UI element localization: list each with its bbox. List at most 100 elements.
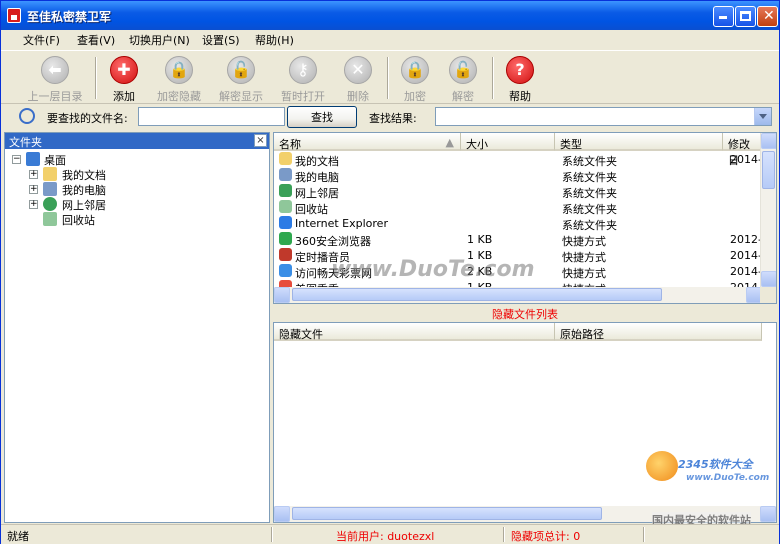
up-folder-button[interactable]: ⬅ 上一层目录: [20, 56, 90, 103]
scroll-left-icon[interactable]: [274, 287, 290, 303]
file-date: 2014-: [730, 265, 762, 278]
toolbar: ⬅ 上一层目录 ✚ 添加 🔒 加密隐藏 🔓 解密显示 ⚷ 暂时打开 ✕ 删除 🔒…: [1, 50, 779, 104]
file-icon: [279, 232, 292, 245]
column-size[interactable]: 大小: [461, 133, 555, 151]
column-modified[interactable]: 修改日: [723, 133, 762, 167]
mascot-logo: [646, 451, 678, 481]
collapse-icon[interactable]: −: [12, 155, 21, 164]
folder-pane-header: 文件夹 ×: [5, 133, 269, 149]
menu-settings[interactable]: 设置(S): [202, 32, 240, 48]
menu-switch-user[interactable]: 切换用户(N): [129, 32, 190, 48]
search-result-label: 查找结果:: [369, 112, 417, 125]
watermark-brand-url: www.DuoTe.com: [686, 473, 770, 483]
encrypt-hide-button[interactable]: 🔒 加密隐藏: [144, 56, 214, 103]
file-date: 2012-: [730, 233, 762, 246]
file-date: 2014-: [730, 249, 762, 262]
file-name: Internet Explorer: [295, 217, 388, 230]
arrow-left-icon: ⬅: [41, 56, 69, 84]
scroll-thumb[interactable]: [292, 507, 602, 520]
maximize-button[interactable]: [735, 6, 756, 27]
menu-view[interactable]: 查看(V): [77, 32, 115, 48]
plus-icon: ✚: [110, 56, 138, 84]
expand-icon[interactable]: +: [29, 200, 38, 209]
help-button[interactable]: ? 帮助: [485, 56, 555, 103]
tree-item-network[interactable]: 网上邻居: [62, 197, 106, 213]
column-original-path[interactable]: 原始路径: [555, 323, 762, 341]
tree-item-my-documents[interactable]: 我的文档: [62, 167, 106, 183]
horizontal-scrollbar[interactable]: [274, 287, 762, 303]
status-hidden-total: 隐藏项总计: 0: [511, 530, 581, 543]
chevron-down-icon[interactable]: [754, 108, 771, 125]
hidden-list-title: 隐藏文件列表: [273, 304, 777, 321]
question-icon: ?: [506, 56, 534, 84]
watermark-center: www.DuoTe.com: [331, 257, 535, 282]
file-icon: [279, 168, 292, 181]
file-icon: [279, 152, 292, 165]
status-divider: [643, 527, 645, 542]
menu-file[interactable]: 文件(F): [23, 32, 60, 48]
file-icon: [279, 248, 292, 261]
table-row[interactable]: Internet Explorer 系统文件夹: [274, 215, 762, 232]
search-result-dropdown[interactable]: [435, 107, 772, 126]
status-current-user: 当前用户: duotezxl: [336, 530, 435, 543]
x-icon: ✕: [344, 56, 372, 84]
tree-item-my-computer[interactable]: 我的电脑: [62, 182, 106, 198]
key-icon: ⚷: [289, 56, 317, 84]
expand-icon[interactable]: +: [29, 170, 38, 179]
find-button[interactable]: 查找: [287, 106, 357, 128]
table-row[interactable]: 回收站 系统文件夹: [274, 199, 762, 216]
table-row[interactable]: 我的文档 系统文件夹 2014-: [274, 151, 762, 168]
folder-pane: 文件夹 × − 桌面 + 我的文档 + 我的电脑 + 网上邻居 回收站: [4, 132, 270, 523]
table-row[interactable]: 360安全浏览器 1 KB 快捷方式 2012-: [274, 231, 762, 248]
scroll-down-icon[interactable]: [761, 271, 776, 287]
file-icon: [279, 216, 292, 229]
my-documents-icon: [43, 167, 57, 181]
decrypt-show-button[interactable]: 🔓 解密显示: [206, 56, 276, 103]
column-name[interactable]: 名称 ▲: [274, 133, 461, 151]
file-icon: [279, 184, 292, 197]
search-input[interactable]: [138, 107, 285, 126]
column-type[interactable]: 类型: [555, 133, 723, 151]
file-icon: [279, 200, 292, 213]
lock-icon: [7, 8, 21, 23]
table-row[interactable]: 网上邻居 系统文件夹: [274, 183, 762, 200]
status-divider: [503, 527, 505, 542]
lock-icon: 🔒: [401, 56, 429, 84]
app-window: 至佳私密禁卫军 ✕ 文件(F) 查看(V) 切换用户(N) 设置(S) 帮助(H…: [0, 0, 780, 544]
scroll-thumb[interactable]: [292, 288, 662, 301]
search-file-label: 要查找的文件名:: [47, 112, 128, 125]
table-row[interactable]: 我的电脑 系统文件夹: [274, 167, 762, 184]
expand-icon[interactable]: +: [29, 185, 38, 194]
scroll-left-icon[interactable]: [274, 506, 290, 522]
file-date: 2014-: [730, 153, 762, 166]
menu-help[interactable]: 帮助(H): [255, 32, 294, 48]
status-ready: 就绪: [7, 530, 29, 543]
unlock-icon: 🔓: [449, 56, 477, 84]
status-divider: [271, 527, 273, 542]
scroll-thumb[interactable]: [762, 151, 775, 189]
lock-icon: 🔒: [165, 56, 193, 84]
network-icon: [43, 197, 57, 211]
my-computer-icon: [43, 182, 57, 196]
watermark-brand: 2345软件大全: [678, 458, 753, 471]
minimize-button[interactable]: [713, 6, 734, 27]
tree-item-desktop[interactable]: 桌面: [44, 152, 66, 168]
status-bar: 就绪 当前用户: duotezxl 隐藏项总计: 0: [1, 524, 779, 544]
folder-pane-title: 文件夹: [9, 136, 42, 149]
close-button[interactable]: ✕: [757, 6, 778, 27]
file-icon: [279, 264, 292, 277]
title-bar: 至佳私密禁卫军 ✕: [1, 1, 779, 30]
column-hidden-file[interactable]: 隐藏文件: [274, 323, 555, 341]
search-icon: [19, 108, 35, 124]
close-icon[interactable]: ×: [254, 134, 267, 147]
window-title: 至佳私密禁卫军: [27, 10, 112, 24]
vertical-scrollbar[interactable]: [760, 133, 776, 287]
unlock-icon: 🔓: [227, 56, 255, 84]
scroll-up-icon[interactable]: [761, 133, 776, 149]
hidden-file-list: 隐藏文件 原始路径 2345软件大全 www.DuoTe.com 国内最安全的软…: [273, 322, 777, 528]
tree-item-recycle-bin[interactable]: 回收站: [62, 212, 95, 228]
scroll-right-icon[interactable]: [760, 506, 776, 522]
menu-bar: 文件(F) 查看(V) 切换用户(N) 设置(S) 帮助(H): [1, 30, 779, 49]
file-size: 1 KB: [467, 233, 493, 246]
search-bar: 要查找的文件名: 查找 查找结果:: [1, 104, 779, 130]
